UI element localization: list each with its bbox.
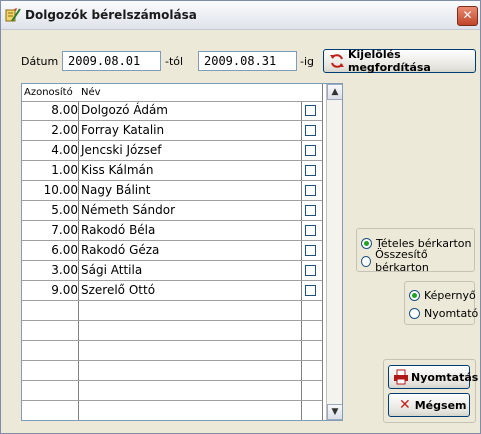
column-header-name[interactable]: Név	[79, 84, 101, 101]
row-checkbox[interactable]	[305, 165, 316, 176]
radio-osszesito[interactable]: Összesítő bérkarton	[361, 248, 474, 274]
employee-table: Azonosító Név 8.00 Dolgozó Ádám 2.00 Forray…	[21, 83, 343, 421]
table-row[interactable]: 3.00 Sági Attila	[22, 261, 322, 281]
radio-indicator	[409, 307, 420, 319]
cell-id: 10.00	[43, 183, 78, 197]
scroll-down-button[interactable]: ▼	[327, 404, 342, 420]
empty-row[interactable]	[22, 341, 322, 361]
cell-id: 9.00	[51, 283, 78, 297]
table-header: Azonosító Név	[22, 84, 322, 102]
title-bar[interactable]: Dolgozók bérelszámolása ✕	[1, 1, 480, 30]
row-checkbox[interactable]	[305, 145, 316, 156]
cell-name: Jencski József	[81, 143, 162, 157]
row-checkbox[interactable]	[305, 105, 316, 116]
printer-icon	[393, 369, 409, 385]
close-button[interactable]: ✕	[457, 6, 478, 26]
table-row[interactable]: 1.00 Kiss Kálmán	[22, 161, 322, 181]
radio-label-kepernyo: Képernyő	[424, 288, 476, 302]
cell-name: Rakodó Béla	[81, 223, 156, 237]
chevron-up-icon: ▲	[331, 87, 339, 97]
cancel-label: Mégsem	[414, 398, 467, 412]
cell-id: 4.00	[51, 143, 78, 157]
radio-indicator	[409, 289, 420, 301]
print-button[interactable]: Nyomtatás	[388, 365, 478, 389]
column-divider	[322, 84, 323, 420]
cell-id: 5.00	[51, 203, 78, 217]
cell-id: 8.00	[51, 103, 78, 117]
table-row[interactable]: 5.00 Németh Sándor	[22, 201, 322, 221]
table-row[interactable]: 2.00 Forray Katalin	[22, 121, 322, 141]
output-group: Képernyő Nyomtató	[404, 281, 478, 325]
cell-name: Kiss Kálmán	[81, 163, 154, 177]
table-row[interactable]: 9.00 Szerelő Ottó	[22, 281, 322, 301]
row-checkbox[interactable]	[305, 245, 316, 256]
cell-name: Forray Katalin	[81, 123, 165, 137]
cell-id: 1.00	[51, 163, 78, 177]
cell-name: Szerelő Ottó	[81, 283, 156, 297]
table-row[interactable]: 10.00 Nagy Bálint	[22, 181, 322, 201]
radio-nyomtato[interactable]: Nyomtató	[409, 305, 478, 321]
close-icon: ✕	[462, 8, 473, 22]
app-icon	[5, 7, 21, 23]
dialog-window: Dolgozók bérelszámolása ✕ Dátum 2009.08.…	[0, 0, 481, 434]
radio-kepernyo[interactable]: Képernyő	[409, 287, 476, 303]
close-x-icon: ✕	[399, 397, 411, 413]
report-type-group: Tételes bérkarton Összesítő bérkarton	[356, 228, 475, 274]
date-from-input[interactable]: 2009.08.01	[62, 51, 161, 71]
empty-row[interactable]	[22, 301, 322, 321]
cell-id: 3.00	[51, 263, 78, 277]
radio-indicator	[361, 255, 372, 267]
empty-row[interactable]	[22, 361, 322, 381]
cell-name: Németh Sándor	[81, 203, 176, 217]
print-label: Nyomtatás	[411, 370, 479, 384]
table-row[interactable]: 7.00 Rakodó Béla	[22, 221, 322, 241]
table-row[interactable]: 4.00 Jencski József	[22, 141, 322, 161]
invert-selection-label: Kijelölés megfordítása	[348, 48, 431, 74]
row-checkbox[interactable]	[305, 205, 316, 216]
empty-row[interactable]	[22, 401, 322, 420]
empty-row[interactable]	[22, 381, 322, 401]
cell-name: Sági Attila	[81, 263, 143, 277]
row-checkbox[interactable]	[305, 125, 316, 136]
radio-label-osszesito: Összesítő bérkarton	[375, 248, 429, 274]
table-row[interactable]: 6.00 Rakodó Géza	[22, 241, 322, 261]
table-row[interactable]: 8.00 Dolgozó Ádám	[22, 101, 322, 121]
row-checkbox[interactable]	[305, 285, 316, 296]
cell-id: 6.00	[51, 243, 78, 257]
cell-name: Rakodó Géza	[81, 243, 160, 257]
empty-row[interactable]	[22, 321, 322, 341]
scroll-up-button[interactable]: ▲	[327, 84, 342, 100]
date-label: Dátum	[21, 55, 59, 68]
column-header-id[interactable]: Azonosító	[22, 84, 73, 101]
window-title: Dolgozók bérelszámolása	[25, 8, 197, 22]
radio-label-nyomtato: Nyomtató	[424, 306, 479, 320]
date-from-suffix: -tól	[165, 55, 184, 68]
date-to-suffix: -ig	[300, 55, 315, 68]
row-checkbox[interactable]	[305, 225, 316, 236]
table-scrollbar[interactable]: ▲ ▼	[326, 84, 342, 420]
invert-selection-button[interactable]: Kijelölés megfordítása	[323, 48, 476, 74]
refresh-icon	[329, 53, 345, 69]
cell-id: 2.00	[51, 123, 78, 137]
chevron-down-icon: ▼	[331, 407, 339, 417]
date-to-input[interactable]: 2009.08.31	[198, 51, 297, 71]
cell-id: 7.00	[51, 223, 78, 237]
cell-name: Nagy Bálint	[81, 183, 151, 197]
radio-indicator	[361, 237, 372, 249]
cell-name: Dolgozó Ádám	[81, 103, 168, 117]
cancel-button[interactable]: ✕ Mégsem	[388, 393, 470, 417]
row-checkbox[interactable]	[305, 185, 316, 196]
row-checkbox[interactable]	[305, 265, 316, 276]
